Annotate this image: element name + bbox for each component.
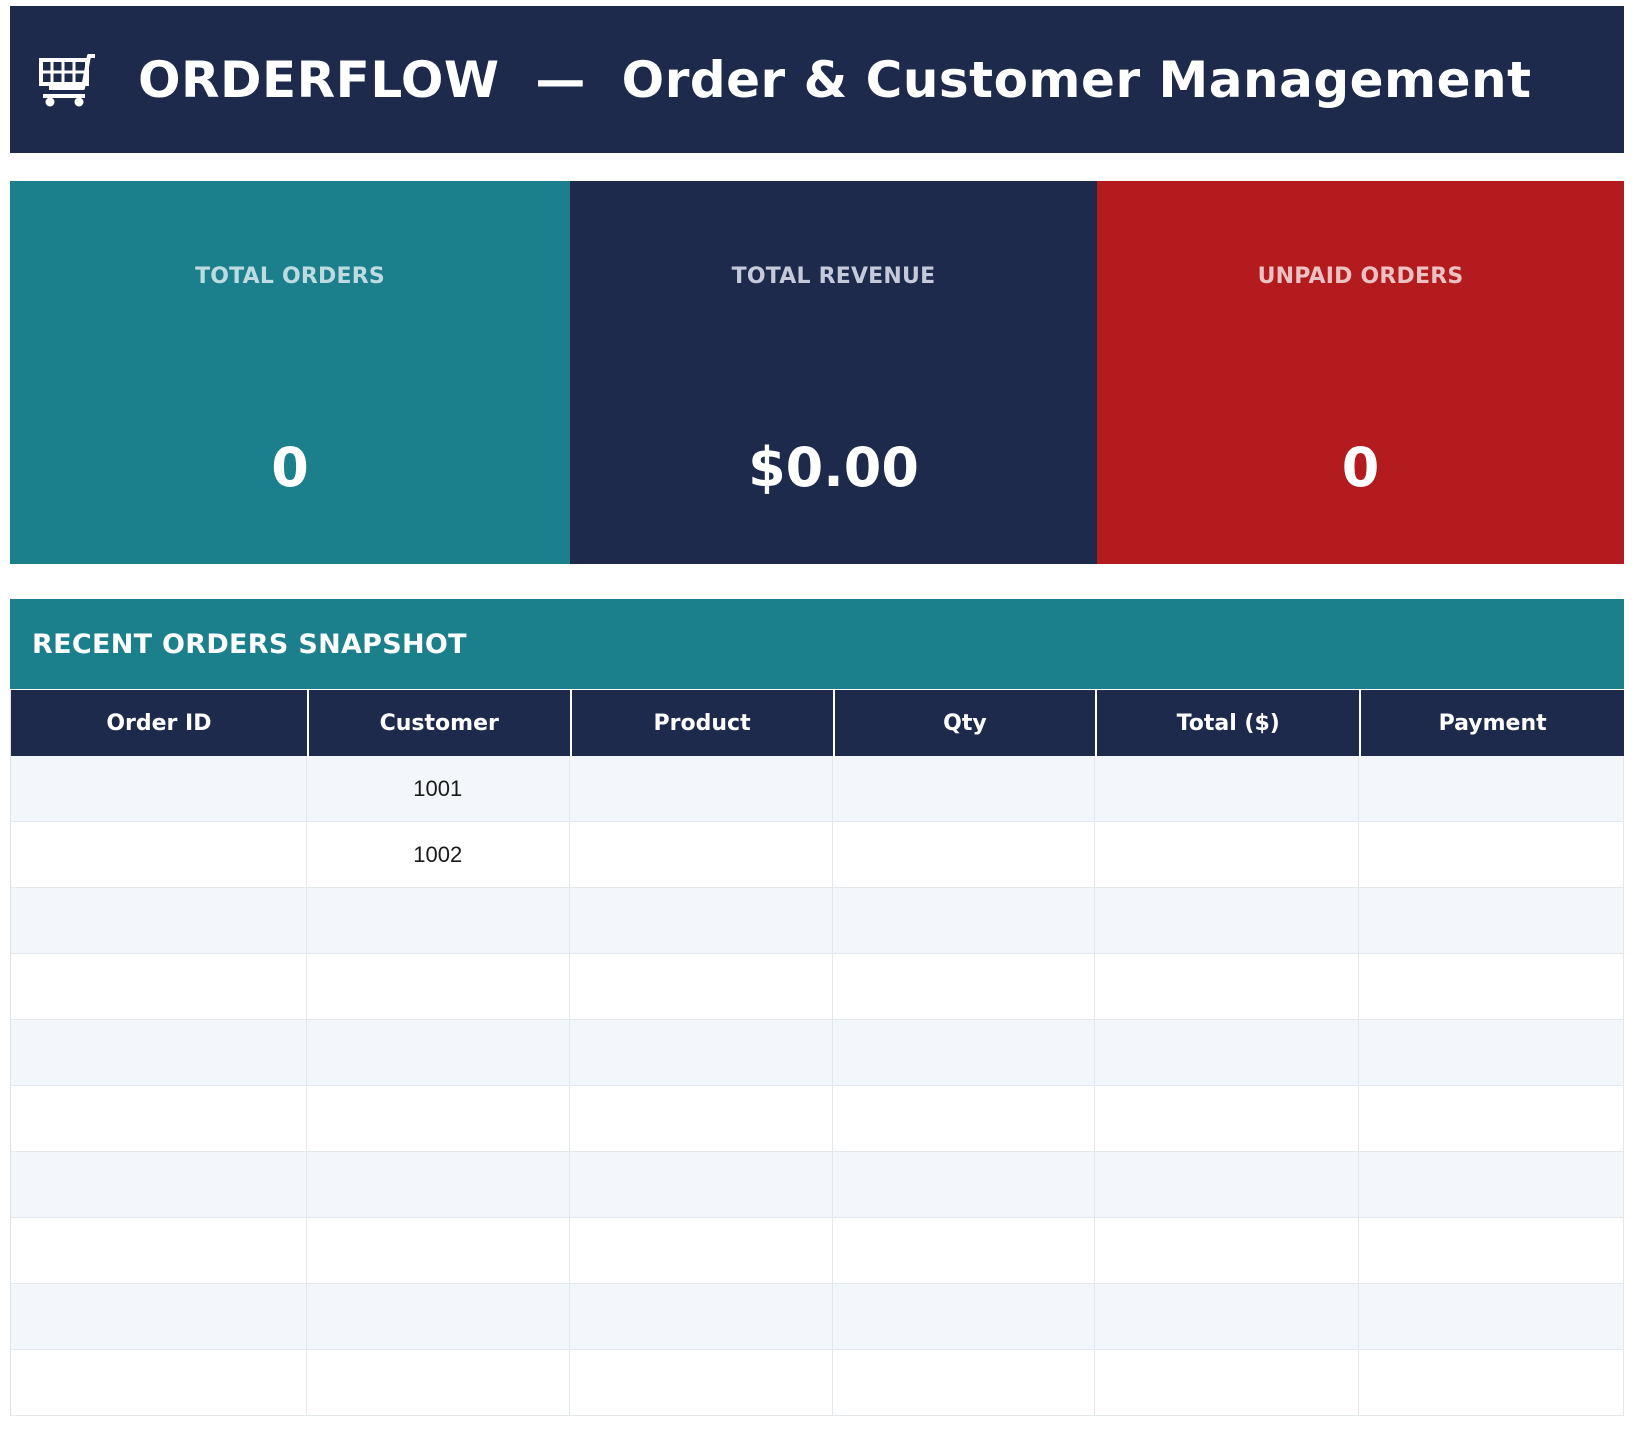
column-header-qty[interactable]: Qty	[832, 690, 1096, 756]
table-cell[interactable]	[11, 954, 307, 1019]
table-cell[interactable]	[1095, 1152, 1360, 1217]
table-cell[interactable]	[833, 1284, 1096, 1349]
table-cell[interactable]	[1095, 954, 1360, 1019]
table-row[interactable]	[11, 1152, 1625, 1218]
table-cell[interactable]	[570, 888, 833, 953]
table-row[interactable]	[11, 888, 1625, 954]
table-cell[interactable]	[1095, 822, 1360, 887]
table-cell[interactable]	[833, 1020, 1096, 1085]
table-cell[interactable]	[833, 1218, 1096, 1283]
table-cell[interactable]	[570, 1152, 833, 1217]
shopping-cart-icon	[32, 47, 104, 113]
table-cell[interactable]	[307, 1350, 570, 1415]
table-cell[interactable]	[570, 1350, 833, 1415]
app-title: ORDERFLOW — Order & Customer Management	[138, 50, 1532, 109]
table-cell[interactable]	[833, 888, 1096, 953]
table-cell[interactable]	[1095, 1086, 1360, 1151]
table-cell[interactable]	[307, 954, 570, 1019]
table-cell[interactable]	[307, 1020, 570, 1085]
table-cell[interactable]	[1095, 756, 1360, 821]
table-cell[interactable]	[1095, 1218, 1360, 1283]
table-cell[interactable]	[833, 756, 1096, 821]
table-cell[interactable]	[570, 756, 833, 821]
table-body: 1001 1002	[11, 756, 1625, 1416]
table-cell[interactable]	[1359, 888, 1625, 953]
table-cell[interactable]	[11, 1152, 307, 1217]
table-cell[interactable]	[1359, 1020, 1625, 1085]
kpi-value: $0.00	[748, 436, 919, 499]
kpi-value: 0	[1341, 436, 1380, 499]
table-row[interactable]	[11, 1350, 1625, 1416]
table-row[interactable]	[11, 1086, 1625, 1152]
table-cell[interactable]	[833, 822, 1096, 887]
table-cell[interactable]	[1359, 1284, 1625, 1349]
dashboard-page: ORDERFLOW — Order & Customer Management …	[0, 0, 1635, 1440]
table-cell[interactable]	[570, 822, 833, 887]
table-cell[interactable]	[833, 1086, 1096, 1151]
column-header-payment[interactable]: Payment	[1359, 690, 1624, 756]
table-cell[interactable]	[833, 1350, 1096, 1415]
table-cell[interactable]	[11, 1086, 307, 1151]
section-title: RECENT ORDERS SNAPSHOT	[32, 628, 467, 660]
kpi-total-orders: TOTAL ORDERS 0	[10, 181, 570, 564]
table-cell[interactable]	[570, 1218, 833, 1283]
kpi-unpaid-orders: UNPAID ORDERS 0	[1097, 181, 1624, 564]
table-cell[interactable]	[1359, 1218, 1625, 1283]
column-header-customer[interactable]: Customer	[306, 690, 570, 756]
table-header-row: Order ID Customer Product Qty Total ($) …	[11, 690, 1624, 756]
table-cell[interactable]	[1095, 1350, 1360, 1415]
kpi-value: 0	[271, 436, 309, 499]
table-row[interactable]: 1001	[11, 756, 1625, 822]
table-cell[interactable]	[307, 1284, 570, 1349]
table-cell[interactable]	[307, 1086, 570, 1151]
table-cell[interactable]	[1095, 1284, 1360, 1349]
column-header-total[interactable]: Total ($)	[1095, 690, 1359, 756]
kpi-row: TOTAL ORDERS 0 TOTAL REVENUE $0.00 UNPAI…	[10, 181, 1624, 564]
kpi-label: UNPAID ORDERS	[1257, 264, 1464, 289]
table-cell[interactable]	[570, 1086, 833, 1151]
table-cell[interactable]	[307, 888, 570, 953]
table-cell[interactable]	[833, 1152, 1096, 1217]
table-cell[interactable]	[11, 756, 307, 821]
table-cell[interactable]: 1001	[307, 756, 570, 821]
table-cell[interactable]	[11, 1020, 307, 1085]
table-cell[interactable]	[11, 1350, 307, 1415]
table-row[interactable]	[11, 1218, 1625, 1284]
table-cell[interactable]	[1095, 1020, 1360, 1085]
kpi-total-revenue: TOTAL REVENUE $0.00	[570, 181, 1097, 564]
table-cell[interactable]	[1359, 822, 1625, 887]
column-header-order-id[interactable]: Order ID	[11, 690, 307, 756]
column-header-product[interactable]: Product	[569, 690, 833, 756]
table-cell[interactable]	[1359, 1350, 1625, 1415]
table-cell[interactable]	[833, 954, 1096, 1019]
recent-orders-banner: RECENT ORDERS SNAPSHOT	[10, 599, 1624, 689]
table-cell[interactable]	[570, 1284, 833, 1349]
table-cell[interactable]	[11, 1218, 307, 1283]
table-cell[interactable]	[1359, 1152, 1625, 1217]
table-cell[interactable]	[11, 822, 307, 887]
table-cell[interactable]	[570, 954, 833, 1019]
recent-orders-table: Order ID Customer Product Qty Total ($) …	[10, 690, 1625, 1416]
table-row[interactable]	[11, 1020, 1625, 1086]
table-cell[interactable]	[307, 1218, 570, 1283]
table-cell[interactable]: 1002	[307, 822, 570, 887]
table-cell[interactable]	[1359, 756, 1625, 821]
kpi-label: TOTAL ORDERS	[195, 264, 385, 289]
table-row[interactable]	[11, 954, 1625, 1020]
table-cell[interactable]	[11, 888, 307, 953]
table-cell[interactable]	[570, 1020, 833, 1085]
table-cell[interactable]	[11, 1284, 307, 1349]
table-cell[interactable]	[307, 1152, 570, 1217]
table-row[interactable]: 1002	[11, 822, 1625, 888]
table-cell[interactable]	[1359, 1086, 1625, 1151]
table-cell[interactable]	[1095, 888, 1360, 953]
header-bar: ORDERFLOW — Order & Customer Management	[10, 6, 1624, 153]
table-cell[interactable]	[1359, 954, 1625, 1019]
kpi-label: TOTAL REVENUE	[731, 264, 936, 289]
table-row[interactable]	[11, 1284, 1625, 1350]
